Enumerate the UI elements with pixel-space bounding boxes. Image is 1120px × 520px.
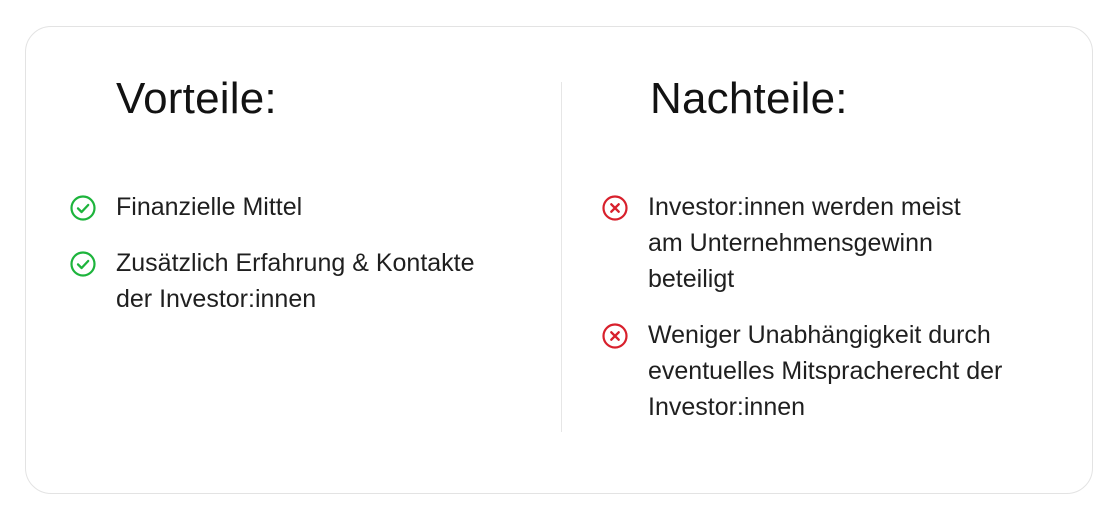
x-circle-icon <box>600 321 630 351</box>
disadvantage-item: Investor:innen werden meist am Unternehm… <box>600 189 1002 297</box>
check-circle-icon <box>68 249 98 279</box>
advantage-text-line: Finanzielle Mittel <box>116 193 303 221</box>
advantage-item: Finanzielle Mittel <box>68 189 475 225</box>
disadvantages-heading: Nachteile: <box>650 74 848 123</box>
advantage-item: Zusätzlich Erfahrung & Kontakte der Inve… <box>68 245 475 317</box>
disadvantages-list: Investor:innen werden meist am Unternehm… <box>600 189 1002 445</box>
disadvantage-text-line: beteiligt <box>648 265 735 293</box>
disadvantage-item: Weniger Unabhängigkeit durch eventuelles… <box>600 317 1002 425</box>
advantages-list: Finanzielle Mittel Zusätzlich Erfahrung … <box>68 189 475 337</box>
disadvantage-text-line: Weniger Unabhängigkeit durch <box>648 321 991 349</box>
disadvantage-text-line: Investor:innen werden meist <box>648 193 961 221</box>
disadvantage-text: Investor:innen werden meist am Unternehm… <box>648 189 961 297</box>
disadvantage-text-line: am Unternehmensgewinn <box>648 229 933 257</box>
check-circle-icon <box>68 193 98 223</box>
advantage-text: Finanzielle Mittel <box>116 189 302 225</box>
x-circle-icon <box>600 193 630 223</box>
advantages-heading: Vorteile: <box>116 74 277 123</box>
advantage-text-line: Zusätzlich Erfahrung & Kontakte <box>116 249 475 277</box>
disadvantage-text-line: eventuelles Mitspracherecht der <box>648 357 1003 385</box>
pros-cons-card: Vorteile: Finanzielle Mittel Zusätzlich … <box>25 26 1093 494</box>
disadvantage-text: Weniger Unabhängigkeit durch eventuelles… <box>648 317 1002 425</box>
column-divider <box>561 82 562 432</box>
advantage-text-line: der Investor:innen <box>116 285 317 313</box>
disadvantage-text-line: Investor:innen <box>648 393 806 421</box>
advantage-text: Zusätzlich Erfahrung & Kontakte der Inve… <box>116 245 475 317</box>
